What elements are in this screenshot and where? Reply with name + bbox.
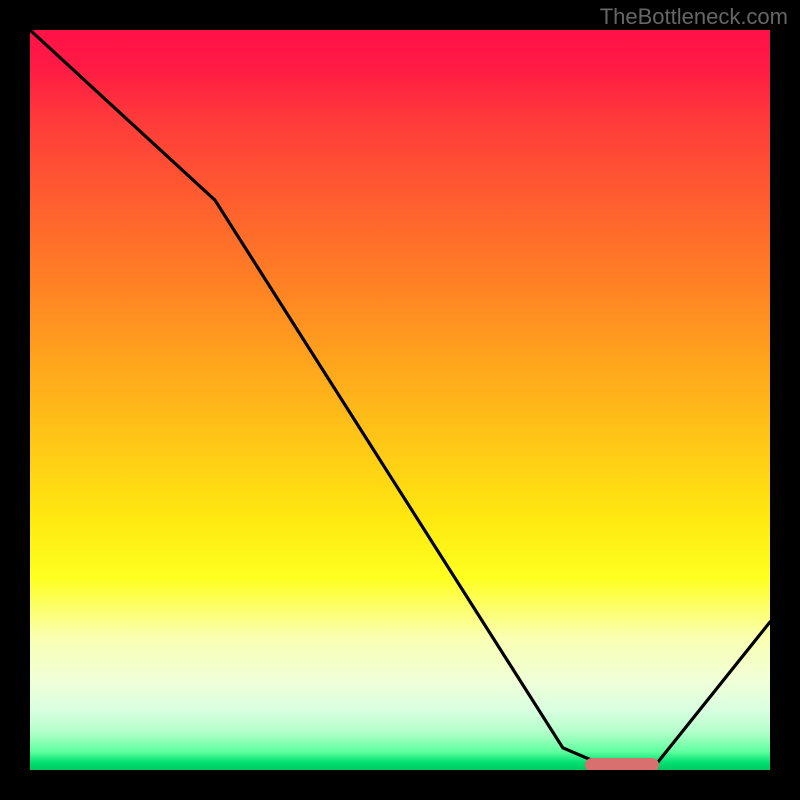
plot-area [30,30,770,770]
bottleneck-curve [30,30,770,770]
axis-left [0,0,30,800]
axis-right [770,0,800,800]
axis-bottom [0,770,800,800]
watermark-text: TheBottleneck.com [600,4,788,30]
